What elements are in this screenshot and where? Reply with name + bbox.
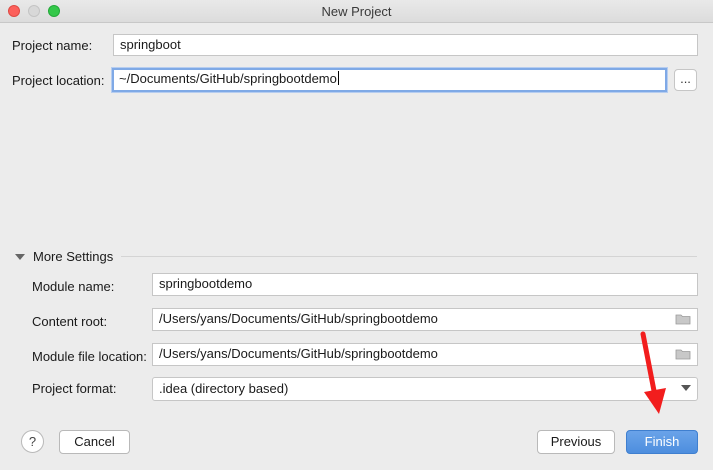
chevron-down-icon[interactable] [681, 385, 691, 391]
project-name-label: Project name: [12, 38, 93, 53]
module-file-location-value: /Users/yans/Documents/GitHub/springbootd… [159, 346, 438, 361]
project-location-label: Project location: [12, 73, 105, 88]
content-root-label: Content root: [32, 314, 108, 329]
red-arrow-icon [640, 331, 666, 414]
content-root-value: /Users/yans/Documents/GitHub/springbootd… [159, 311, 438, 326]
module-name-input[interactable]: springbootdemo [152, 273, 698, 296]
title-bar: New Project [0, 0, 713, 23]
browse-location-button[interactable]: ... [674, 69, 697, 91]
project-location-value: ~/Documents/GitHub/springbootdemo [119, 71, 337, 86]
module-name-value: springbootdemo [159, 276, 253, 291]
folder-icon[interactable] [675, 313, 691, 325]
project-name-value: springboot [120, 37, 181, 52]
help-button[interactable]: ? [21, 430, 44, 453]
previous-button[interactable]: Previous [537, 430, 615, 454]
cancel-button[interactable]: Cancel [59, 430, 130, 454]
more-settings-header[interactable]: More Settings [33, 249, 113, 264]
project-location-input[interactable]: ~/Documents/GitHub/springbootdemo [112, 68, 667, 92]
text-caret [337, 71, 339, 85]
project-format-label: Project format: [32, 381, 117, 396]
module-file-location-input[interactable]: /Users/yans/Documents/GitHub/springbootd… [152, 343, 698, 366]
window-title: New Project [321, 4, 392, 19]
project-format-value: .idea (directory based) [159, 381, 289, 396]
project-format-select[interactable]: .idea (directory based) [152, 377, 698, 401]
section-divider [121, 256, 697, 257]
triangle-down-icon[interactable] [14, 251, 26, 263]
folder-icon[interactable] [675, 348, 691, 360]
module-name-label: Module name: [32, 279, 115, 294]
content-root-input[interactable]: /Users/yans/Documents/GitHub/springbootd… [152, 308, 698, 331]
project-name-input[interactable]: springboot [113, 34, 698, 56]
module-file-location-label: Module file location: [32, 349, 147, 364]
finish-button[interactable]: Finish [626, 430, 698, 454]
